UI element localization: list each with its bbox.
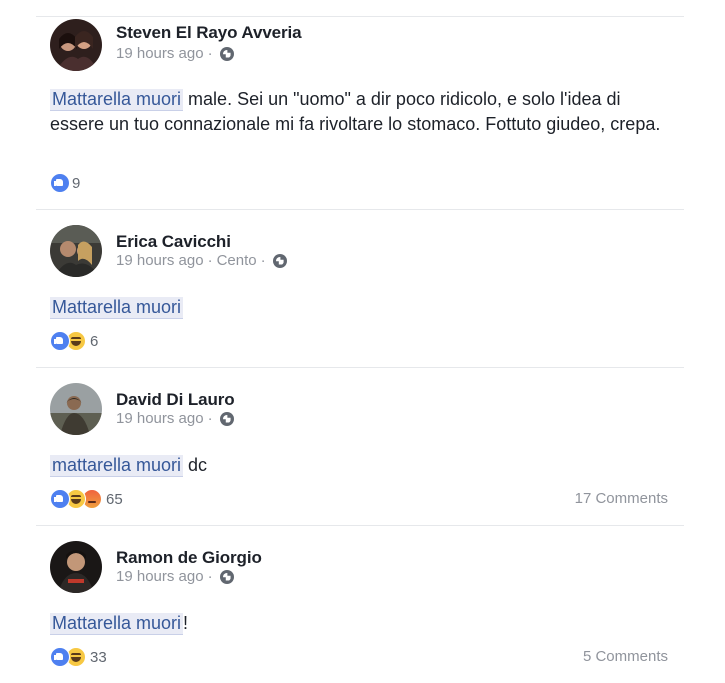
comment-body: !: [183, 613, 189, 633]
mention-tag[interactable]: Mattarella muori: [50, 89, 184, 111]
comment-text: mattarella muori dc: [50, 453, 670, 478]
timestamp[interactable]: 19 hours ago: [116, 252, 204, 269]
comment-post: Steven El Rayo Avveria 19 hours ago · Ma…: [36, 16, 684, 210]
avatar[interactable]: [50, 541, 102, 593]
mention-tag[interactable]: Mattarella muori: [50, 613, 184, 635]
comment-text: Mattarella muori male. Sei un "uomo" a d…: [50, 87, 670, 137]
post-meta: 19 hours ago ·: [116, 45, 234, 62]
comment-post: David Di Lauro 19 hours ago · mattarella…: [36, 367, 684, 526]
comment-text: Mattarella muori: [50, 295, 670, 320]
reaction-count: 6: [90, 332, 99, 350]
author-name[interactable]: Ramon de Giorgio: [116, 548, 262, 568]
avatar[interactable]: [50, 383, 102, 435]
comments-link[interactable]: 5 Comments: [583, 648, 668, 665]
separator: ·: [207, 410, 213, 427]
like-reaction-icon: [50, 173, 70, 193]
globe-icon: [219, 569, 234, 584]
author-name[interactable]: Erica Cavicchi: [116, 232, 231, 252]
comments-link[interactable]: 17 Comments: [575, 490, 668, 507]
separator: ·: [207, 45, 213, 62]
post-meta: 19 hours ago ·: [116, 568, 234, 585]
separator: ·: [207, 252, 213, 269]
like-reaction-icon: [50, 647, 70, 667]
avatar[interactable]: [50, 19, 102, 71]
post-meta: 19 hours ago · Cento ·: [116, 252, 287, 269]
timestamp[interactable]: 19 hours ago: [116, 568, 204, 585]
timestamp[interactable]: 19 hours ago: [116, 410, 204, 427]
comment-post: Erica Cavicchi 19 hours ago · Cento · Ma…: [36, 209, 684, 368]
globe-icon: [219, 411, 234, 426]
globe-icon: [272, 253, 287, 268]
reaction-summary[interactable]: 65: [50, 489, 123, 509]
location-label[interactable]: Cento: [217, 252, 257, 269]
reaction-summary[interactable]: 6: [50, 331, 98, 351]
post-meta: 19 hours ago ·: [116, 410, 234, 427]
mention-tag[interactable]: Mattarella muori: [50, 297, 184, 319]
separator: ·: [207, 568, 213, 585]
comment-body: dc: [183, 455, 208, 475]
comment-post: Ramon de Giorgio 19 hours ago · Mattarel…: [36, 525, 684, 683]
like-reaction-icon: [50, 331, 70, 351]
author-name[interactable]: Steven El Rayo Avveria: [116, 23, 302, 43]
reaction-summary[interactable]: 33: [50, 647, 107, 667]
globe-icon: [219, 46, 234, 61]
reaction-count: 33: [90, 648, 107, 666]
comment-feed: Steven El Rayo Avveria 19 hours ago · Ma…: [0, 0, 725, 683]
reaction-count: 9: [72, 174, 81, 192]
like-reaction-icon: [50, 489, 70, 509]
timestamp[interactable]: 19 hours ago: [116, 45, 204, 62]
separator: ·: [260, 252, 266, 269]
comment-text: Mattarella muori!: [50, 611, 670, 636]
mention-tag[interactable]: mattarella muori: [50, 455, 184, 477]
reaction-summary[interactable]: 9: [50, 173, 80, 193]
avatar[interactable]: [50, 225, 102, 277]
author-name[interactable]: David Di Lauro: [116, 390, 235, 410]
reaction-count: 65: [106, 490, 123, 508]
